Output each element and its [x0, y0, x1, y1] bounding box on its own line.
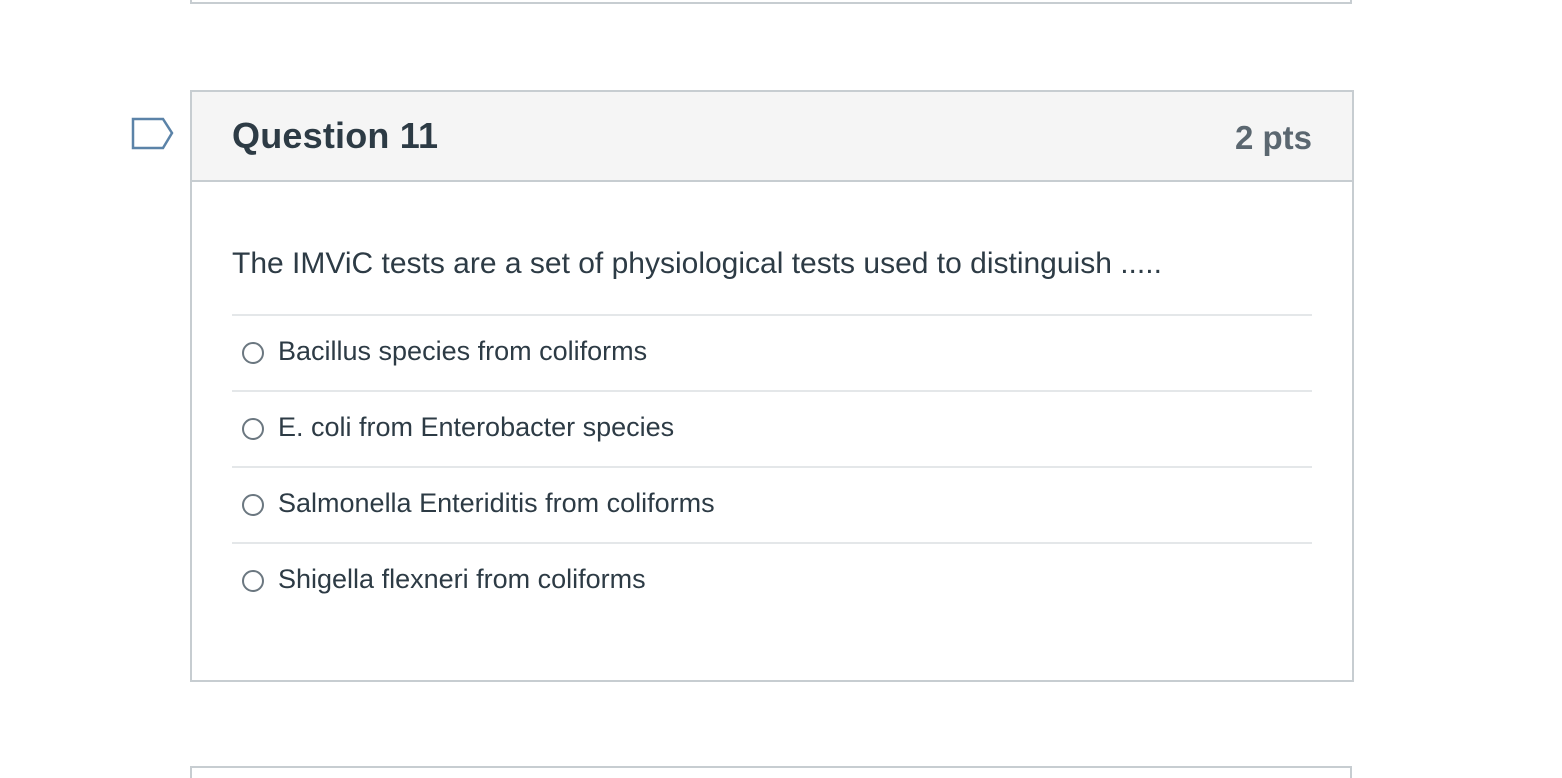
- question-title: Question 11: [232, 115, 439, 156]
- question-header: Question 11 2 pts: [192, 92, 1352, 182]
- flag-question-icon[interactable]: [131, 117, 175, 153]
- previous-question-card: [190, 0, 1352, 4]
- answer-option[interactable]: Bacillus species from coliforms: [232, 316, 1312, 392]
- answer-option[interactable]: Shigella flexneri from coliforms: [232, 544, 1312, 618]
- answer-label: Salmonella Enteriditis from coliforms: [278, 487, 715, 518]
- answer-label: E. coli from Enterobacter species: [278, 411, 675, 442]
- radio-button[interactable]: [242, 570, 264, 592]
- radio-button[interactable]: [242, 342, 264, 364]
- answer-list: Bacillus species from coliforms E. coli …: [232, 314, 1312, 618]
- question-body: The IMViC tests are a set of physiologic…: [192, 244, 1352, 618]
- answer-label: Shigella flexneri from coliforms: [278, 563, 646, 594]
- radio-button[interactable]: [242, 418, 264, 440]
- answer-label: Bacillus species from coliforms: [278, 335, 648, 366]
- question-points: 2 pts: [1234, 119, 1312, 156]
- question-text: The IMViC tests are a set of physiologic…: [232, 247, 1162, 280]
- next-question-card: [190, 766, 1352, 778]
- quiz-page: Question 11 2 pts The IMViC tests are a …: [0, 0, 1562, 778]
- flag-outline-icon: [131, 117, 174, 150]
- answer-option[interactable]: E. coli from Enterobacter species: [232, 392, 1312, 468]
- radio-button[interactable]: [242, 494, 264, 516]
- answer-option[interactable]: Salmonella Enteriditis from coliforms: [232, 468, 1312, 544]
- question-card: Question 11 2 pts The IMViC tests are a …: [190, 90, 1354, 682]
